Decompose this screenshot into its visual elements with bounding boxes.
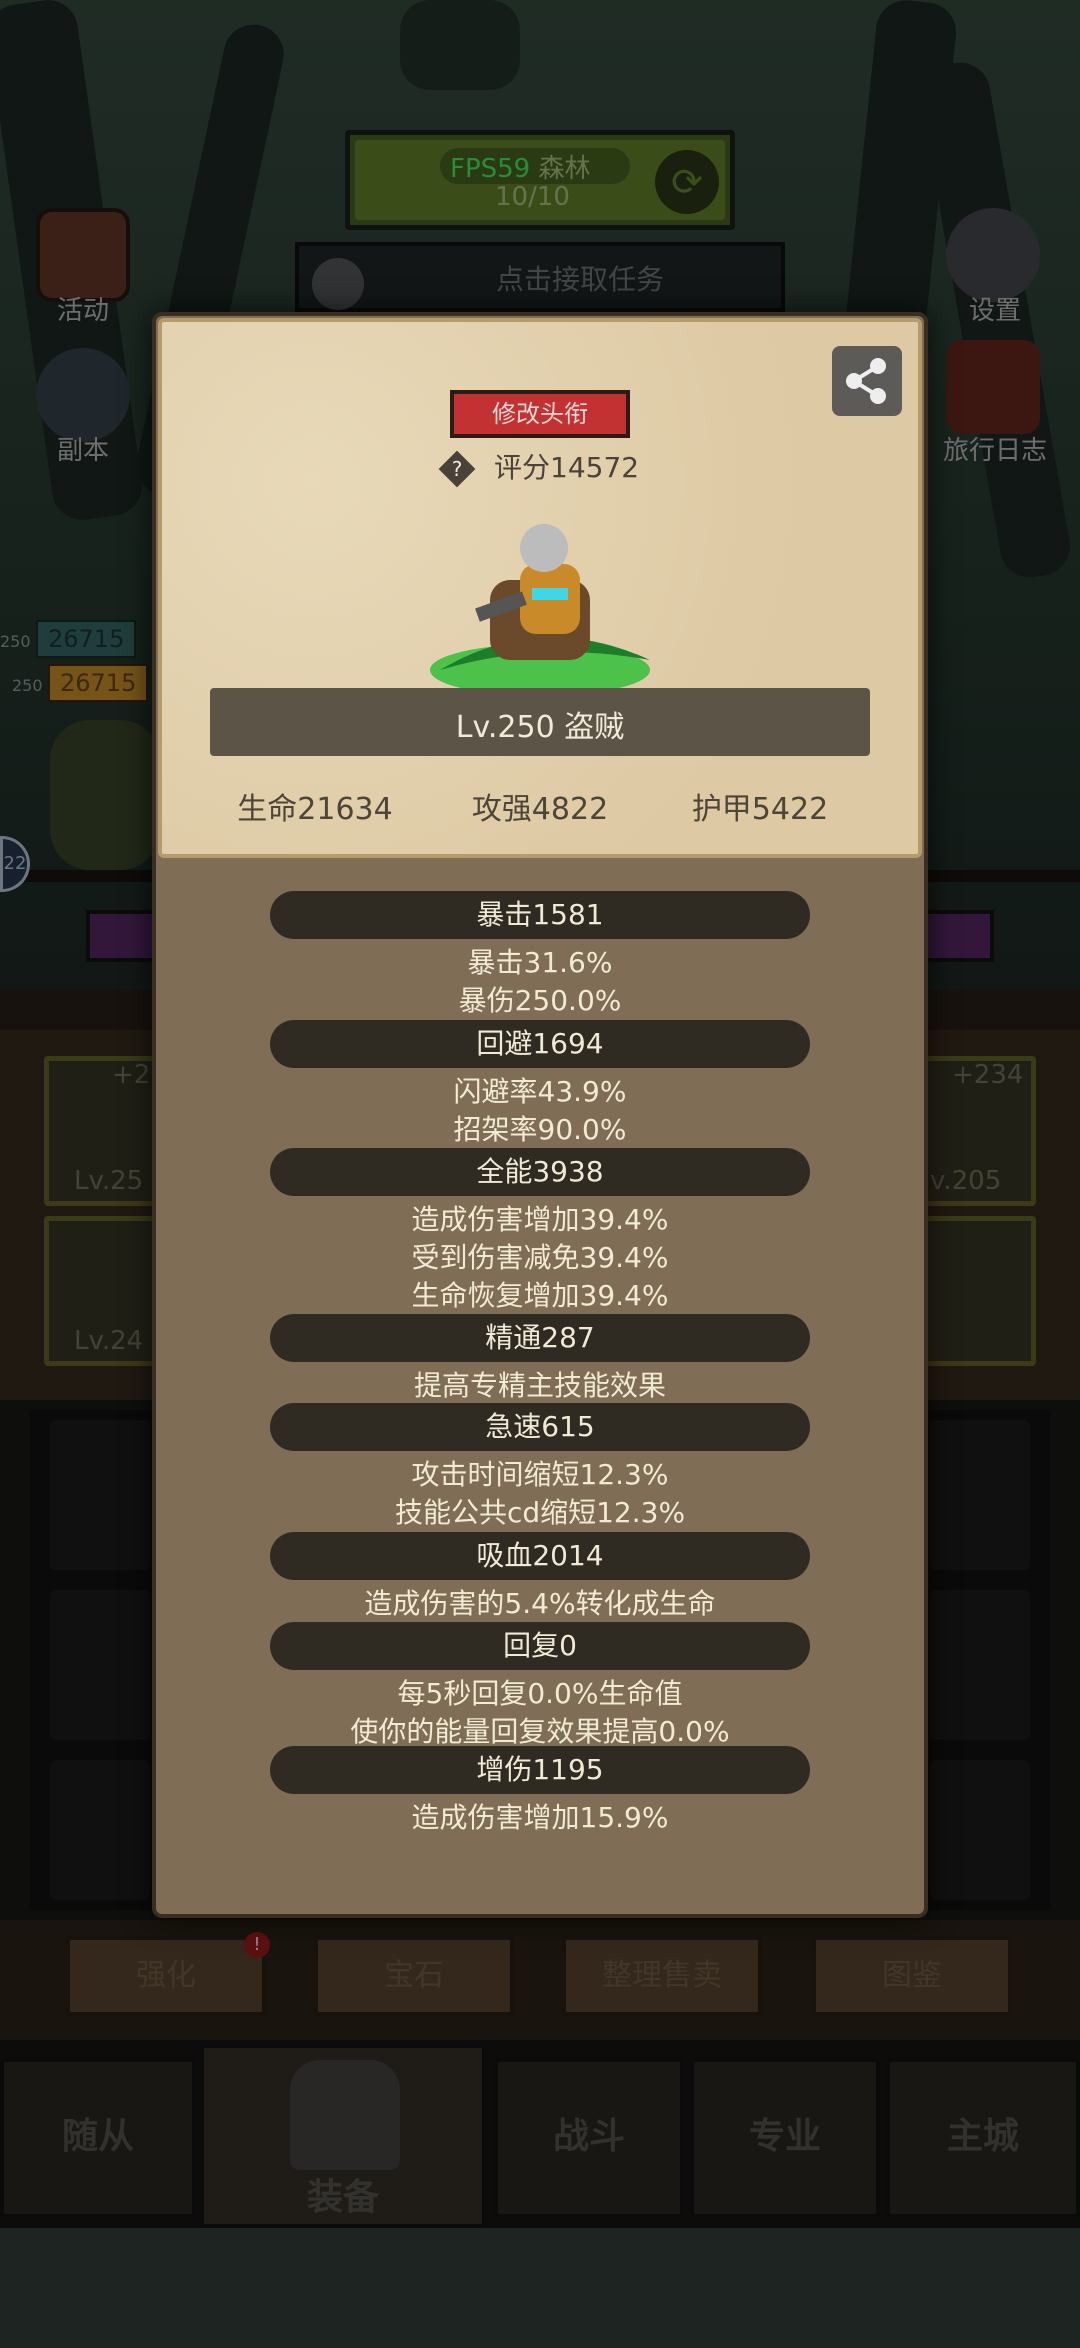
stat-detail: 闪避率43.9%	[453, 1075, 627, 1108]
stat-detail: 攻击时间缩短12.3%	[411, 1458, 669, 1491]
stat-detail: 生命恢复增加39.4%	[411, 1279, 669, 1312]
stat-detail: 提高专精主技能效果	[413, 1369, 666, 1402]
stat-detail: 每5秒回复0.0%生命值	[397, 1677, 683, 1710]
stat-header: 全能3938	[270, 1148, 810, 1196]
stat-header: 回复0	[270, 1622, 810, 1670]
stat-header: 回避1694	[270, 1020, 810, 1068]
stat-header: 精通287	[270, 1314, 810, 1362]
stat-health: 生命21634	[237, 792, 393, 827]
stat-detail: 造成伤害的5.4%转化成生命	[364, 1587, 716, 1620]
stat-detail: 暴击31.6%	[467, 946, 613, 979]
stat-detail: 造成伤害增加39.4%	[411, 1203, 669, 1236]
stat-armor: 护甲5422	[691, 792, 829, 827]
stat-attack-power: 攻强4822	[471, 792, 609, 827]
stat-detail: 使你的能量回复效果提高0.0%	[350, 1715, 730, 1748]
level-class: Lv.250 盗贼	[455, 710, 625, 745]
stat-header: 增伤1195	[270, 1746, 810, 1794]
character-portrait	[420, 520, 660, 700]
share-icon	[846, 358, 886, 404]
share-button[interactable]	[832, 346, 902, 416]
stat-header: 急速615	[270, 1403, 810, 1451]
stat-detail: 造成伤害增加15.9%	[411, 1801, 669, 1834]
stat-header: 暴击1581	[270, 891, 810, 939]
svg-text:?: ?	[452, 457, 463, 481]
stat-detail: 暴伤250.0%	[458, 984, 622, 1017]
edit-title-button[interactable]: 修改头衔	[450, 390, 630, 438]
score-text: 评分14572	[494, 451, 640, 484]
stat-detail: 技能公共cd缩短12.3%	[394, 1496, 686, 1529]
help-icon[interactable]: ?	[436, 448, 478, 490]
stat-detail: 受到伤害减免39.4%	[411, 1241, 669, 1274]
stat-header: 吸血2014	[270, 1532, 810, 1580]
stat-detail: 招架率90.0%	[453, 1113, 627, 1146]
